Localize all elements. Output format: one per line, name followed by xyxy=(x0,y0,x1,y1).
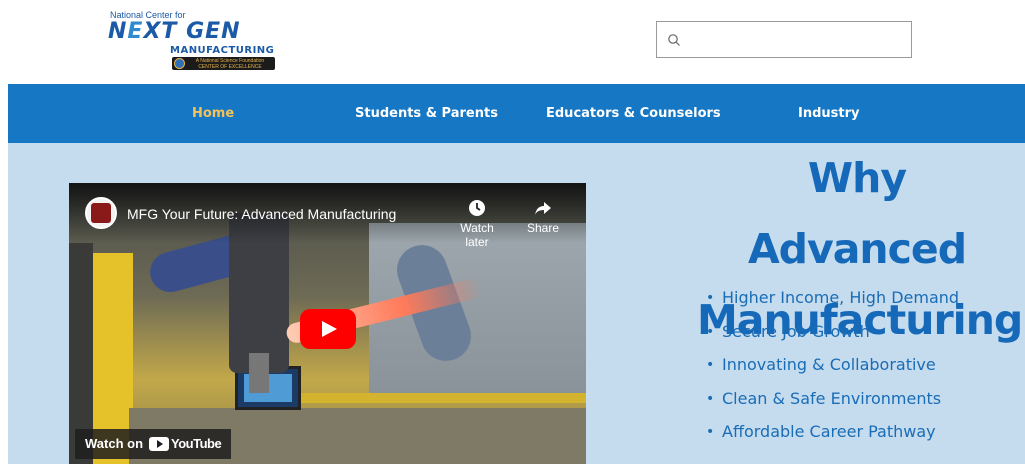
benefits-list: Higher Income, High Demand Secure Job Gr… xyxy=(706,288,959,456)
share-button[interactable]: Share xyxy=(513,199,573,235)
logo-line3: MANUFACTURING xyxy=(170,45,275,56)
share-icon xyxy=(535,202,551,215)
logo-n: N xyxy=(108,19,128,44)
watch-on-label: Watch on xyxy=(85,436,144,451)
channel-avatar[interactable] xyxy=(85,197,117,229)
logo-xt-gen: XT GEN xyxy=(143,19,241,44)
watch-on-youtube-button[interactable]: Watch on YouTube xyxy=(75,429,232,459)
list-item: Affordable Career Pathway xyxy=(706,422,959,456)
list-item: Innovating & Collaborative xyxy=(706,355,959,389)
nsf-seal-icon xyxy=(174,58,185,69)
search-input[interactable] xyxy=(689,26,908,55)
play-button[interactable] xyxy=(300,309,356,349)
list-item: Clean & Safe Environments xyxy=(706,389,959,423)
nav-item-home[interactable]: Home xyxy=(192,84,234,143)
search-box[interactable] xyxy=(656,21,912,58)
video-title[interactable]: MFG Your Future: Advanced Manufacturing xyxy=(127,206,396,222)
nav-item-educators-counselors[interactable]: Educators & Counselors xyxy=(546,84,721,143)
search-icon xyxy=(668,34,680,46)
site-header: National Center for NEXT GEN MANUFACTURI… xyxy=(0,0,1025,84)
logo-e: E xyxy=(127,19,144,44)
list-item: Higher Income, High Demand xyxy=(706,288,959,322)
youtube-wordmark: YouTube xyxy=(171,436,222,451)
heading-line1: Why Advanced xyxy=(747,154,967,273)
logo-line2: NEXT GEN xyxy=(108,19,241,44)
nav-item-students-parents[interactable]: Students & Parents xyxy=(355,84,498,143)
clock-icon xyxy=(469,200,485,216)
nsf-badge-text: A National Science Foundation CENTER OF … xyxy=(195,58,265,70)
main-section: MFG Your Future: Advanced Manufacturing … xyxy=(8,143,1025,464)
nav-item-industry[interactable]: Industry xyxy=(798,84,860,143)
video-thumbnail-beam xyxy=(269,393,586,403)
site-logo[interactable]: National Center for NEXT GEN MANUFACTURI… xyxy=(108,10,280,72)
youtube-icon xyxy=(149,436,170,451)
share-label: Share xyxy=(526,221,560,235)
nsf-badge: A National Science Foundation CENTER OF … xyxy=(172,57,275,70)
video-thumbnail-nozzle xyxy=(249,353,269,393)
list-item: Secure Job Growth xyxy=(706,322,959,356)
watch-later-button[interactable]: Watch later xyxy=(447,199,507,249)
youtube-video-embed[interactable]: MFG Your Future: Advanced Manufacturing … xyxy=(69,183,586,464)
watch-later-label: Watch later xyxy=(460,221,494,249)
main-nav: Home Students & Parents Educators & Coun… xyxy=(8,84,1025,143)
